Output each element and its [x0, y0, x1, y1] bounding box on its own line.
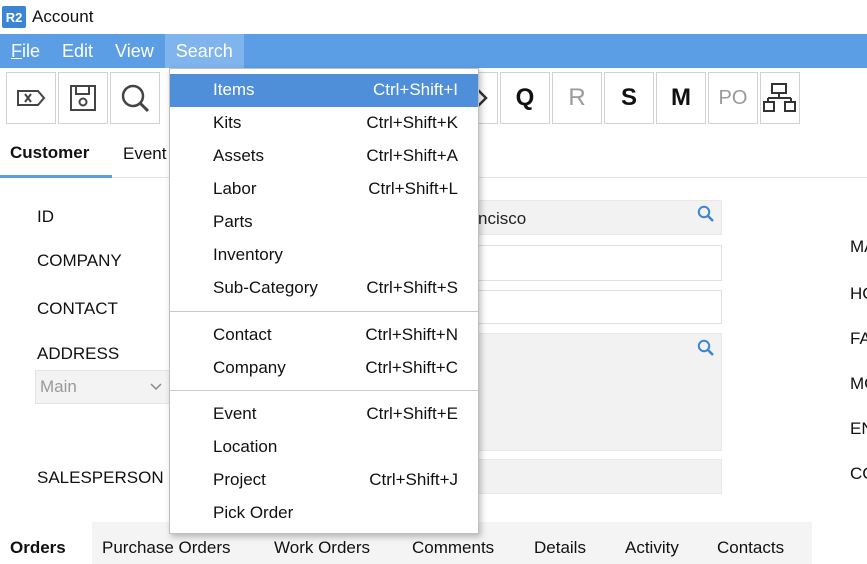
search-menu-contact[interactable]: Contact Ctrl+Shift+N: [170, 319, 478, 352]
search-menu-labor[interactable]: Labor Ctrl+Shift+L: [170, 173, 478, 206]
bottom-tab-activity[interactable]: Activity: [625, 538, 679, 558]
menu-item-label: Event: [213, 404, 257, 423]
right-label-5: EN: [850, 419, 867, 438]
r-button[interactable]: R: [552, 72, 602, 124]
contact-label: CONTACT: [37, 299, 118, 318]
search-menu-event[interactable]: Event Ctrl+Shift+E: [170, 398, 478, 431]
search-menu-kits[interactable]: Kits Ctrl+Shift+K: [170, 107, 478, 140]
search-button[interactable]: [110, 72, 160, 124]
bottom-tab-comments[interactable]: Comments: [412, 538, 494, 558]
clear-tag-button[interactable]: [6, 72, 56, 124]
bottom-tab-contacts[interactable]: Contacts: [717, 538, 784, 558]
app-logo: R2: [2, 6, 26, 28]
search-menu-location[interactable]: Location: [170, 431, 478, 464]
right-label-6: CC: [850, 464, 867, 483]
menu-edit[interactable]: Edit: [51, 34, 104, 68]
right-label-4: MC: [850, 374, 867, 393]
id-search-icon[interactable]: [697, 205, 715, 223]
company-label: COMPANY: [37, 251, 122, 270]
network-button[interactable]: [760, 72, 800, 124]
menu-item-shortcut: Ctrl+Shift+S: [366, 278, 458, 297]
menu-file-rest: ile: [22, 40, 41, 61]
search-icon: [121, 84, 150, 113]
address-type-value: Main: [40, 377, 77, 396]
search-menu-pick-order[interactable]: Pick Order: [170, 497, 478, 530]
po-button[interactable]: PO: [708, 72, 758, 124]
menu-item-shortcut: Ctrl+Shift+C: [365, 358, 458, 377]
menu-item-label: Assets: [213, 146, 265, 165]
contact-field[interactable]: [470, 290, 722, 324]
search-menu-assets[interactable]: Assets Ctrl+Shift+A: [170, 140, 478, 173]
right-label-2: HC: [850, 284, 867, 303]
salesperson-field[interactable]: [470, 459, 722, 494]
menu-item-label: Company: [213, 358, 286, 377]
menu-item-label: Sub-Category: [213, 278, 318, 297]
bottom-tab-purchase-orders[interactable]: Purchase Orders: [102, 538, 231, 558]
menu-bar: File Edit View Search: [0, 34, 867, 68]
menu-file-mnemonic: F: [11, 40, 22, 61]
network-icon: [763, 83, 796, 112]
bottom-tab-orders[interactable]: Orders: [10, 538, 66, 558]
menu-item-shortcut: Ctrl+Shift+E: [366, 404, 458, 423]
save-button[interactable]: [58, 72, 108, 124]
s-button[interactable]: S: [604, 72, 654, 124]
tab-events[interactable]: Event: [123, 130, 166, 178]
salesperson-label: SALESPERSON: [37, 468, 164, 487]
bottom-tab-details[interactable]: Details: [534, 538, 586, 558]
menu-item-label: Contact: [213, 325, 272, 344]
menu-view[interactable]: View: [104, 34, 165, 68]
menu-file[interactable]: File: [0, 34, 51, 68]
bottom-tab-work-orders[interactable]: Work Orders: [274, 538, 370, 558]
search-menu-project[interactable]: Project Ctrl+Shift+J: [170, 464, 478, 497]
menu-item-shortcut: Ctrl+Shift+A: [366, 146, 458, 165]
menu-item-label: Pick Order: [213, 503, 294, 522]
menu-item-label: Kits: [213, 113, 242, 132]
tab-customer[interactable]: Customer: [0, 130, 112, 178]
menu-item-label: Parts: [213, 212, 253, 231]
menu-item-shortcut: Ctrl+Shift+J: [369, 470, 458, 489]
id-label: ID: [37, 207, 54, 226]
address-label: ADDRESS: [37, 344, 120, 363]
save-icon: [70, 85, 96, 111]
address-field[interactable]: [470, 333, 722, 451]
right-label-3: FA: [850, 329, 867, 348]
menu-item-shortcut: Ctrl+Shift+K: [366, 113, 458, 132]
menu-item-shortcut: Ctrl+Shift+I: [372, 80, 458, 99]
search-menu-inventory[interactable]: Inventory: [170, 239, 478, 272]
chevron-down-icon: [150, 383, 162, 391]
search-menu-sub-category[interactable]: Sub-Category Ctrl+Shift+S: [170, 272, 478, 305]
address-type-select[interactable]: Main: [35, 370, 170, 404]
title-bar: R2 Account: [0, 0, 867, 34]
clear-tag-icon: [17, 90, 46, 106]
menu-separator: [170, 311, 478, 312]
menu-item-label: Location: [213, 437, 278, 456]
menu-item-shortcut: Ctrl+Shift+N: [365, 325, 458, 344]
address-search-icon[interactable]: [697, 339, 715, 357]
menu-item-label: Labor: [213, 179, 257, 198]
window-title: Account: [32, 7, 94, 26]
id-field-value: ncisco: [478, 209, 527, 228]
m-button[interactable]: M: [656, 72, 706, 124]
menu-search[interactable]: Search: [164, 34, 244, 68]
search-menu-items[interactable]: Items Ctrl+Shift+I: [170, 74, 478, 107]
search-menu-parts[interactable]: Parts: [170, 206, 478, 239]
q-button[interactable]: Q: [500, 72, 550, 124]
menu-item-label: Inventory: [213, 245, 283, 264]
search-menu-company[interactable]: Company Ctrl+Shift+C: [170, 352, 478, 385]
menu-item-label: Project: [213, 470, 266, 489]
menu-item-shortcut: Ctrl+Shift+L: [368, 179, 458, 198]
company-field[interactable]: [470, 245, 722, 281]
menu-item-label: Items: [213, 80, 255, 99]
search-menu-dropdown: Items Ctrl+Shift+I Kits Ctrl+Shift+K Ass…: [169, 68, 479, 534]
right-label-1: MA: [850, 237, 867, 256]
menu-separator: [170, 390, 478, 391]
